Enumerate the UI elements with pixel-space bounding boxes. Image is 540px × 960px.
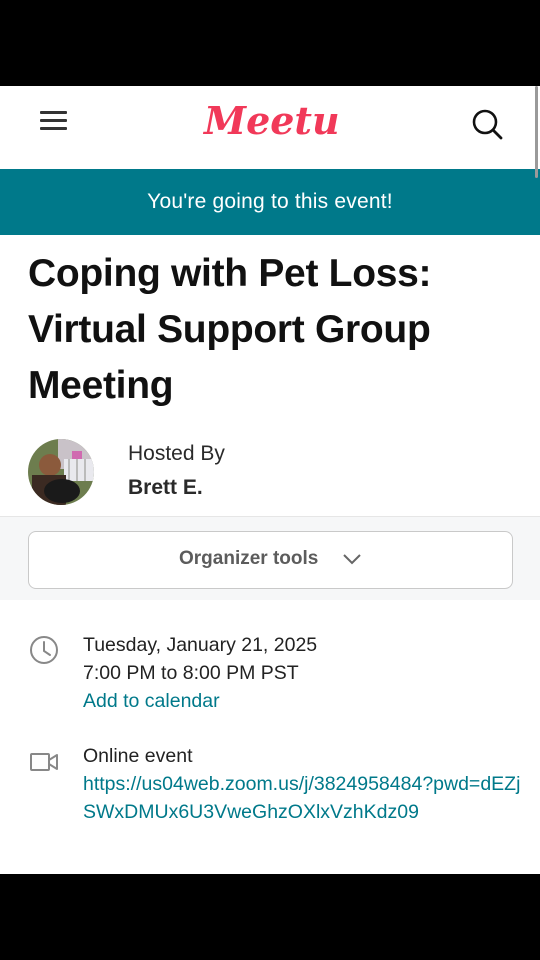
event-title: Coping with Pet Loss: Virtual Support Gr… [28, 252, 432, 407]
rsvp-confirmation-banner: You're going to this event! [0, 169, 540, 235]
hamburger-menu-icon[interactable] [40, 111, 67, 131]
scrollbar[interactable] [535, 86, 538, 178]
organizer-tools-section: Organizer tools [0, 516, 540, 600]
banner-text: You're going to this event! [147, 190, 393, 213]
top-nav: Meetup [0, 86, 540, 169]
organizer-tools-button[interactable]: Organizer tools [28, 531, 513, 589]
navigation-bar-area [0, 874, 540, 960]
organizer-tools-label: Organizer tools [179, 548, 319, 569]
zoom-meeting-link[interactable]: https://us04web.zoom.us/j/3824958484?pwd… [83, 770, 523, 826]
event-time: 7:00 PM to 8:00 PM PST [83, 662, 299, 684]
online-event-label: Online event [83, 745, 193, 767]
search-icon[interactable] [470, 108, 504, 142]
host-name[interactable]: Brett E. [128, 476, 203, 500]
meetup-logo[interactable]: Meetup [200, 96, 340, 156]
add-to-calendar-link[interactable]: Add to calendar [83, 687, 220, 715]
app-screen: Meetup You're going to this event! Copin… [0, 86, 540, 874]
svg-text:Meetup: Meetup [202, 98, 340, 143]
video-camera-icon [30, 753, 58, 771]
clock-icon [30, 636, 58, 664]
chevron-down-icon [343, 554, 361, 565]
status-bar-area [0, 0, 540, 86]
host-avatar[interactable] [28, 439, 94, 505]
event-date: Tuesday, January 21, 2025 [83, 634, 318, 656]
hosted-by-label: Hosted By [128, 442, 225, 465]
